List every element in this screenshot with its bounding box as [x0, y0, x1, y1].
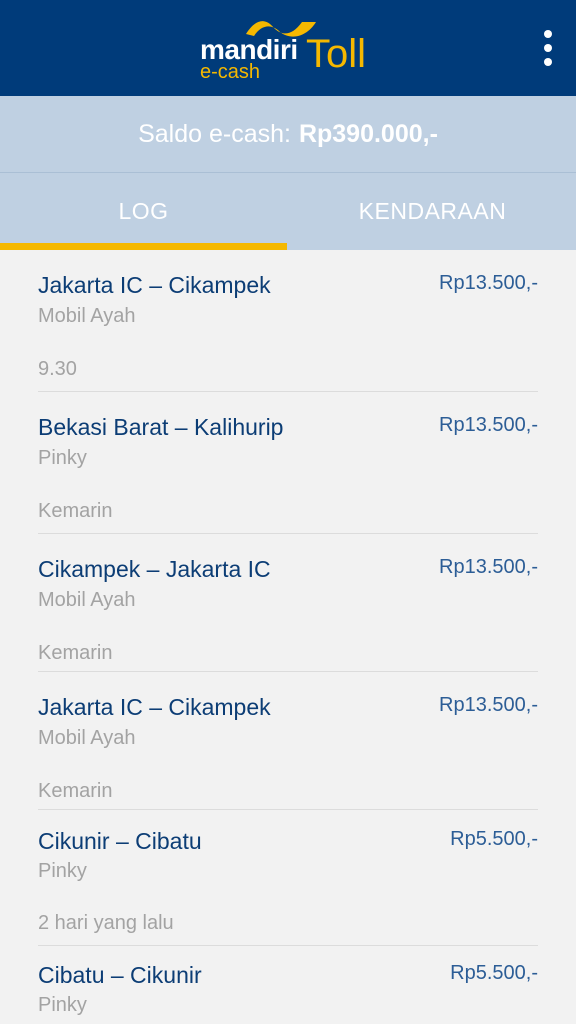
balance-label: Saldo e-cash: [138, 119, 291, 148]
log-item[interactable]: Cikunir – Cibatu Rp5.500,- Pinky 2 hari … [38, 810, 538, 946]
log-route: Jakarta IC – Cikampek [38, 272, 271, 298]
log-price: Rp13.500,- [439, 556, 538, 578]
log-time: Kemarin [38, 780, 113, 802]
balance-amount: Rp390.000,- [298, 119, 438, 148]
more-vert-icon[interactable] [540, 30, 556, 66]
tab-log[interactable]: LOG [0, 173, 287, 250]
log-item[interactable]: Bekasi Barat – Kalihurip Rp13.500,- Pink… [38, 392, 538, 534]
app-header: mandiri e-cash Toll [0, 0, 576, 96]
log-item[interactable]: Jakarta IC – Cikampek Rp13.500,- Mobil A… [38, 250, 538, 392]
log-route: Bekasi Barat – Kalihurip [38, 414, 284, 440]
log-vehicle: Pinky [38, 860, 87, 882]
menu-dot [544, 58, 552, 66]
log-price: Rp5.500,- [450, 962, 538, 984]
logo-subtitle-text: e-cash [200, 61, 261, 83]
log-time: Kemarin [38, 500, 113, 522]
log-price: Rp13.500,- [439, 272, 538, 294]
log-price: Rp13.500,- [439, 414, 538, 436]
log-route: Jakarta IC – Cikampek [38, 694, 271, 720]
log-time: 9.30 [38, 358, 77, 380]
log-vehicle: Mobil Ayah [38, 589, 136, 611]
log-vehicle: Pinky [38, 994, 87, 1016]
log-route: Cikampek – Jakarta IC [38, 556, 271, 582]
log-item[interactable]: Cibatu – Cikunir Rp5.500,- Pinky [38, 946, 538, 1024]
menu-dot [544, 30, 552, 38]
log-item[interactable]: Cikampek – Jakarta IC Rp13.500,- Mobil A… [38, 534, 538, 672]
log-list: Jakarta IC – Cikampek Rp13.500,- Mobil A… [0, 250, 576, 1024]
log-price: Rp13.500,- [439, 694, 538, 716]
log-price: Rp5.500,- [450, 828, 538, 850]
log-time: 2 hari yang lalu [38, 912, 174, 934]
log-time: Kemarin [38, 642, 113, 664]
log-vehicle: Pinky [38, 447, 87, 469]
log-route: Cikunir – Cibatu [38, 828, 202, 854]
logo-product-text: Toll [306, 32, 367, 76]
mandiri-ecash-toll-logo: mandiri e-cash Toll [198, 14, 388, 84]
log-vehicle: Mobil Ayah [38, 727, 136, 749]
active-tab-indicator [0, 243, 287, 250]
log-item[interactable]: Jakarta IC – Cikampek Rp13.500,- Mobil A… [38, 672, 538, 810]
balance-bar: Saldo e-cash: Rp390.000,- [0, 96, 576, 172]
log-route: Cibatu – Cikunir [38, 962, 202, 988]
app-screen: mandiri e-cash Toll Saldo e-cash: Rp390.… [0, 0, 576, 1024]
tab-bar: LOG KENDARAAN [0, 173, 576, 250]
menu-dot [544, 44, 552, 52]
log-vehicle: Mobil Ayah [38, 305, 136, 327]
tab-kendaraan[interactable]: KENDARAAN [287, 173, 576, 250]
